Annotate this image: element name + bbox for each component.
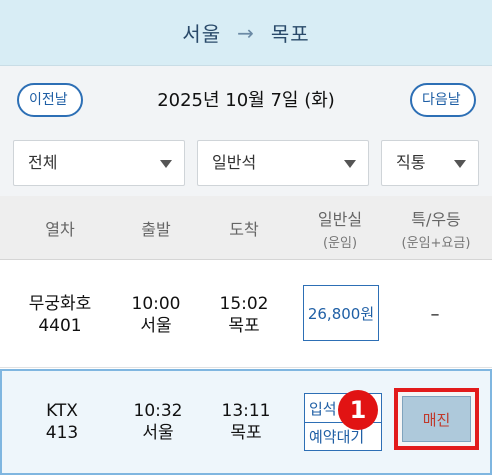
depart-time: 10:32 xyxy=(133,401,183,421)
header-train: 열차 xyxy=(45,220,75,239)
arrive-time: 15:02 xyxy=(219,293,269,314)
seat-class-value: 일반석 xyxy=(212,153,257,172)
header-general: 일반실 (운임) xyxy=(317,209,363,251)
arrow-right-icon: → xyxy=(237,20,255,45)
arrive-cell: 13:11 목포 xyxy=(198,371,294,473)
table-header: 열차 출발 도착 일반실 (운임) 특/우등 (운임+요금) xyxy=(0,196,492,260)
train-cell: 무궁화호 4401 xyxy=(0,262,120,367)
table-row: 무궁화호 4401 10:00 서울 15:02 목포 26,800원 – xyxy=(0,262,492,368)
train-cell: KTX 413 xyxy=(2,371,122,473)
depart-station: 서울 xyxy=(140,315,172,336)
route-type-select[interactable]: 직통 xyxy=(381,140,479,186)
dropdown-caret-icon xyxy=(344,160,356,168)
depart-cell: 10:00 서울 xyxy=(108,262,204,367)
train-type-select[interactable]: 전체 xyxy=(13,140,185,186)
depart-station: 서울 xyxy=(142,423,174,443)
train-number: 4401 xyxy=(38,315,82,336)
seat-class-select[interactable]: 일반석 xyxy=(197,140,369,186)
depart-cell: 10:32 서울 xyxy=(110,371,206,473)
date-bar: 이전날 2025년 10월 7일 (화) 다음날 xyxy=(0,66,492,132)
next-day-button[interactable]: 다음날 xyxy=(410,83,476,117)
arrive-cell: 15:02 목포 xyxy=(196,262,292,367)
train-number: 413 xyxy=(45,423,79,443)
header-general-sub: (운임) xyxy=(322,235,358,251)
step-number-badge: 1 xyxy=(338,390,378,430)
arrive-station: 목포 xyxy=(230,423,262,443)
soldout-button[interactable]: 매진 xyxy=(402,396,471,442)
special-unavailable: – xyxy=(430,304,440,325)
selected-date: 2025년 10월 7일 (화) xyxy=(157,90,335,111)
general-fare-button[interactable]: 26,800원 xyxy=(303,285,379,341)
dropdown-caret-icon xyxy=(160,160,172,168)
route-type-value: 직통 xyxy=(396,153,426,172)
filter-bar: 전체 일반석 직통 xyxy=(0,132,492,196)
arrive-time: 13:11 xyxy=(221,401,271,421)
depart-time: 10:00 xyxy=(131,293,181,314)
header-special-sub: (운임+요금) xyxy=(401,235,471,251)
dropdown-caret-icon xyxy=(454,160,466,168)
destination-station: 목포 xyxy=(270,22,310,46)
header-arrive: 도착 xyxy=(229,220,259,239)
header-depart: 출발 xyxy=(141,220,171,239)
arrive-station: 목포 xyxy=(228,315,260,336)
origin-station: 서울 xyxy=(182,22,222,46)
header-special: 특/우등 (운임+요금) xyxy=(401,209,471,251)
prev-day-button[interactable]: 이전날 xyxy=(17,83,83,117)
train-name: 무궁화호 xyxy=(28,293,92,314)
highlight-box: 매진 xyxy=(394,388,479,450)
train-type-value: 전체 xyxy=(28,153,58,172)
table-row: KTX 413 10:32 서울 13:11 목포 입석+좌석 예약대기 매진 xyxy=(0,369,492,475)
train-name: KTX xyxy=(46,401,78,421)
route-header: 서울 → 목포 xyxy=(0,0,492,66)
